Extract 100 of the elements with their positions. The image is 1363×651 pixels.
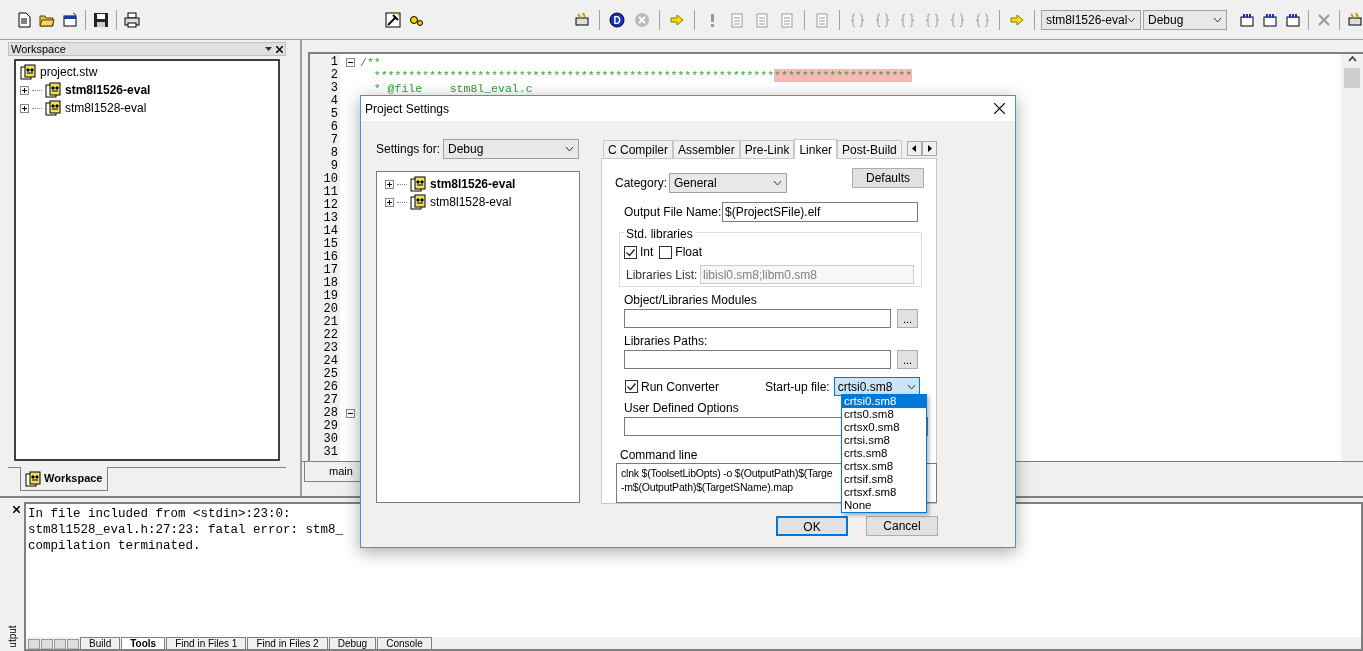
output-line: stm8l1528_eval.h:27:23: fatal error: stm8_	[28, 522, 344, 538]
line-number: 6	[330, 121, 338, 134]
tree-item[interactable]: stm8l1526-eval	[64, 81, 152, 99]
line-number: 5	[330, 108, 338, 121]
line-number: 21	[323, 316, 338, 329]
checked-checkbox[interactable]	[624, 245, 637, 259]
configuration-dropdown[interactable]: Debug	[1143, 9, 1227, 30]
hammer-icon[interactable]	[385, 11, 401, 28]
startup-file-dropdown[interactable]: crtsi0.sm8	[833, 377, 920, 396]
expand-icon[interactable]	[20, 103, 29, 113]
code-comment: * @file stm8l_eval.c	[372, 82, 533, 95]
output-line: In file included from <stdin>:23:0:	[28, 506, 291, 522]
field-label: Command line	[620, 448, 698, 462]
tree-item[interactable]: stm8l1526-eval	[429, 175, 517, 193]
print-icon[interactable]	[124, 11, 140, 28]
output-tab[interactable]: Debug	[328, 637, 377, 649]
browse-button[interactable]: ...	[897, 309, 918, 328]
field-label: Output File Name:	[624, 204, 722, 221]
tree-item[interactable]: project.stw	[39, 63, 99, 81]
list-option[interactable]: crtsi.sm8	[842, 434, 926, 447]
scroll-left-icon[interactable]	[907, 141, 922, 156]
save-icon[interactable]	[93, 11, 109, 28]
list-option[interactable]: crts.sm8	[842, 447, 926, 460]
category-dropdown[interactable]: General	[669, 173, 787, 193]
line-number: 9	[330, 160, 338, 173]
line-number: 7	[330, 134, 338, 147]
close-icon[interactable]	[12, 506, 20, 513]
line-number: 18	[323, 277, 338, 290]
browse-button[interactable]: ...	[897, 350, 918, 369]
libraries-paths-field[interactable]	[624, 350, 891, 369]
close-icon[interactable]	[994, 103, 1005, 114]
list-option[interactable]: crts0.sm8	[842, 408, 926, 421]
output-tab[interactable]: Tools	[121, 637, 166, 649]
output-tab[interactable]: Find in Files 2	[247, 637, 328, 649]
output-file-field[interactable]: $(ProjectSFile).elf	[722, 202, 918, 222]
field-label: Object/Libraries Modules	[624, 293, 757, 307]
project-icon	[45, 82, 61, 98]
collapse-icon[interactable]	[345, 409, 355, 418]
tree-item[interactable]: stm8l1528-eval	[429, 193, 513, 211]
expand-icon[interactable]	[385, 197, 394, 207]
vertical-scrollbar[interactable]	[1341, 54, 1363, 461]
target-dropdown[interactable]: stm8l1526-eval	[1041, 9, 1141, 30]
close-icon[interactable]	[276, 45, 283, 53]
expand-icon[interactable]	[20, 85, 29, 95]
combo-value: Debug	[448, 141, 484, 158]
project-icon	[410, 176, 426, 192]
dropdown-arrow-icon[interactable]	[265, 47, 272, 51]
chip-icon[interactable]	[1347, 11, 1363, 28]
checkbox[interactable]	[659, 245, 673, 259]
list-option[interactable]: crtsif.sm8	[842, 473, 926, 486]
ok-button[interactable]: OK	[776, 516, 848, 536]
line-number: 22	[323, 329, 338, 342]
combo-value: Debug	[1148, 11, 1184, 29]
collapse-icon[interactable]	[345, 58, 355, 67]
debug-icon[interactable]: D	[609, 11, 625, 28]
tree-item[interactable]: stm8l1528-eval	[64, 99, 148, 117]
settings-for-dropdown[interactable]: Debug	[443, 139, 580, 159]
modules-field[interactable]	[624, 309, 891, 328]
settings-tab[interactable]: C Compiler	[603, 140, 673, 158]
list-option[interactable]: crtsx0.sm8	[842, 421, 926, 434]
line-number: 8	[330, 147, 338, 160]
scroll-right-icon[interactable]	[922, 141, 937, 156]
code-comment: **********************************************************	[372, 69, 775, 82]
dialog-title: Project Settings	[365, 100, 450, 118]
libraries-list-field[interactable]: libisl0.sm8;libm0.sm8	[700, 265, 914, 284]
line-number: 14	[323, 225, 338, 238]
output-tab[interactable]: Build	[80, 637, 121, 649]
new-file-icon[interactable]	[16, 11, 32, 28]
settings-tab[interactable]: Pre-Link	[739, 140, 795, 158]
settings-tab[interactable]: Post-Build	[837, 140, 902, 158]
list-option[interactable]: crtsx.sm8	[842, 460, 926, 473]
arrow-icon[interactable]	[669, 11, 685, 28]
line-number: 24	[323, 355, 338, 368]
line-number: 30	[323, 433, 338, 446]
window-icon[interactable]	[62, 11, 78, 28]
checked-checkbox[interactable]	[625, 380, 638, 393]
chevron-down-icon	[906, 383, 916, 390]
cancel-button[interactable]: Cancel	[866, 516, 938, 536]
line-number: 28	[323, 407, 338, 420]
output-tab[interactable]: Find in Files 1	[166, 637, 247, 649]
arrow-icon[interactable]	[1009, 11, 1025, 28]
line-number: 15	[323, 238, 338, 251]
settings-tab[interactable]: Linker	[794, 139, 838, 159]
line-number: 19	[323, 290, 338, 303]
expand-icon[interactable]	[385, 179, 394, 189]
workspace-tab[interactable]: Workspace	[20, 467, 108, 491]
list-option[interactable]: crtsxf.sm8	[842, 486, 926, 499]
settings-tab[interactable]: Assembler	[673, 140, 740, 158]
defaults-button[interactable]: Defaults	[852, 168, 924, 188]
project-icon	[45, 100, 61, 116]
line-number: 3	[330, 82, 338, 95]
line-number: 26	[323, 381, 338, 394]
scrollbar-thumb[interactable]	[1344, 68, 1360, 88]
scroll-up-icon[interactable]	[1347, 56, 1357, 62]
list-option[interactable]: crtsi0.sm8	[842, 395, 926, 408]
combo-value: crtsi0.sm8	[837, 378, 893, 396]
chip-icon[interactable]	[574, 11, 590, 28]
line-number: 2	[330, 69, 338, 82]
output-tab[interactable]: Console	[377, 637, 432, 649]
line-number: 17	[323, 264, 338, 277]
